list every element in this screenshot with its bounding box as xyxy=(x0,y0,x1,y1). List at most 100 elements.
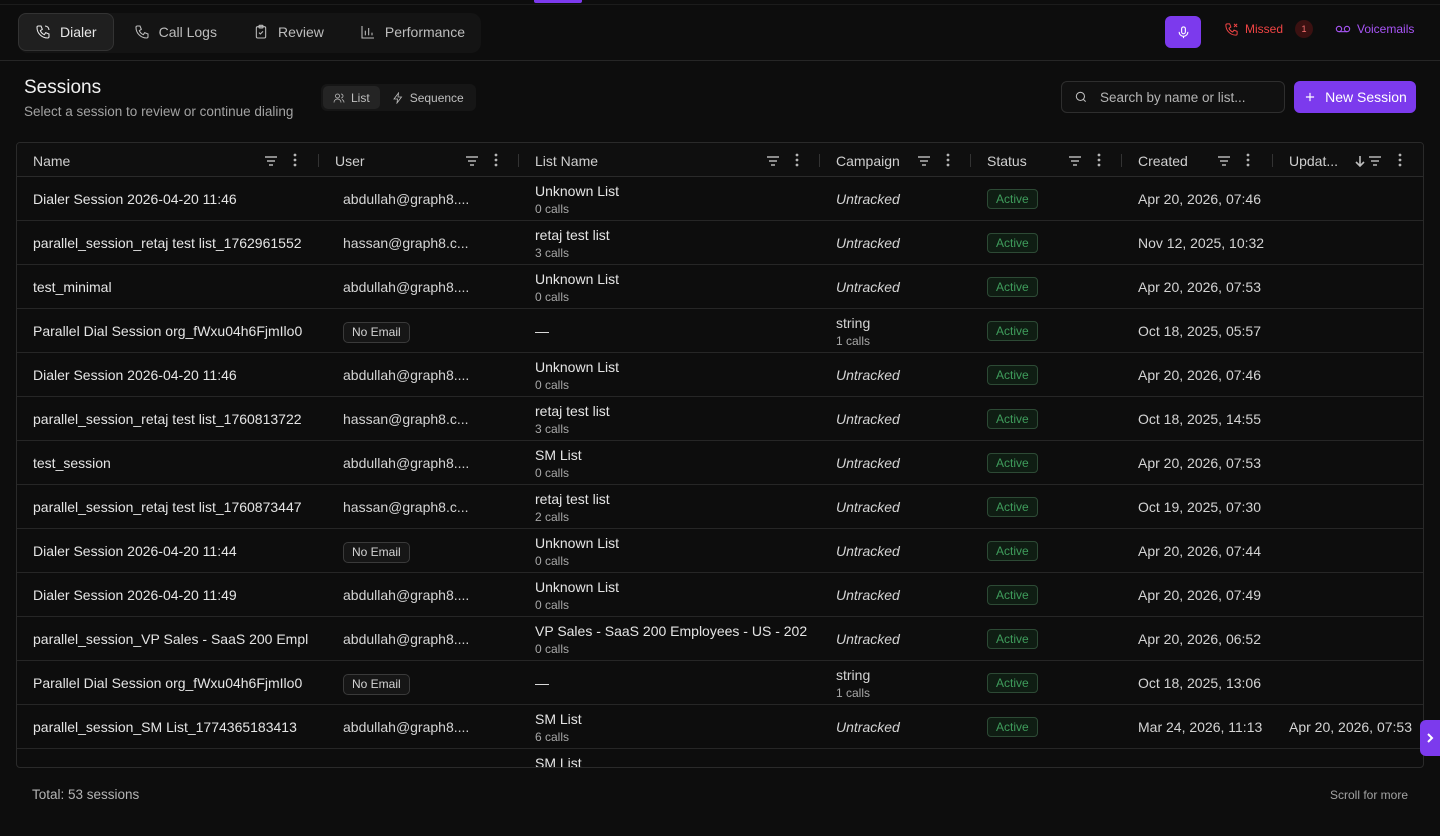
created-date: Apr 20, 2026, 07:44 xyxy=(1138,543,1261,559)
status-badge: Active xyxy=(987,321,1038,341)
column-menu-icon[interactable] xyxy=(494,153,498,167)
table-row[interactable]: Dialer Session 2026-04-20 11:46 abdullah@… xyxy=(17,353,1423,397)
voicemail-icon xyxy=(1335,25,1351,33)
user-email: abdullah@graph8.... xyxy=(343,455,470,471)
column-header-status[interactable]: Status xyxy=(971,143,1122,177)
created-date: Apr 20, 2026, 07:53 xyxy=(1138,279,1261,295)
session-user: abdullah@graph8.... xyxy=(343,353,513,397)
view-list-button[interactable]: List xyxy=(323,86,380,109)
voicemails-label: Voicemails xyxy=(1357,22,1415,36)
lightning-icon xyxy=(392,91,402,104)
list-name: retaj test list xyxy=(535,403,610,419)
session-user: No Email xyxy=(343,309,513,353)
user-email: hassan@graph8.c... xyxy=(343,499,469,515)
view-toggle: List Sequence xyxy=(321,84,476,111)
clipboard-check-icon xyxy=(255,24,267,39)
column-header-list-name[interactable]: List Name xyxy=(519,143,820,177)
search-input[interactable] xyxy=(1100,89,1270,105)
status-cell: Active xyxy=(987,177,1107,221)
column-header-name[interactable]: Name xyxy=(17,143,319,177)
column-menu-icon[interactable] xyxy=(795,153,799,167)
list-name: Unknown List xyxy=(535,579,620,595)
filter-icon[interactable] xyxy=(465,154,479,166)
expand-panel-button[interactable] xyxy=(1420,720,1440,756)
column-menu-icon[interactable] xyxy=(1398,153,1402,167)
table-row[interactable]: Dialer Session 2026-04-20 11:44 No Email U… xyxy=(17,529,1423,573)
column-label: Updat... xyxy=(1289,153,1339,169)
list-call-count: 0 calls xyxy=(535,290,570,304)
list-name: retaj test list xyxy=(535,491,610,507)
campaign-cell: string 1 calls xyxy=(836,309,971,353)
status-badge: Active xyxy=(987,673,1038,693)
voicemails-button[interactable]: Voicemails xyxy=(1335,22,1414,36)
missed-calls-button[interactable]: Missed 1 xyxy=(1224,20,1314,38)
scroll-hint: Scroll for more xyxy=(1330,788,1409,802)
no-email-badge: No Email xyxy=(343,542,410,563)
campaign-name: Untracked xyxy=(836,191,900,207)
table-row[interactable]: parallel_session_VP Sales - SaaS 200 Emp… xyxy=(17,617,1423,661)
created-date: Apr 20, 2026, 07:46 xyxy=(1138,191,1261,207)
campaign-cell: Untracked xyxy=(836,441,971,485)
user-email: abdullah@graph8.... xyxy=(343,631,470,647)
filter-icon[interactable] xyxy=(264,154,278,166)
user-email: abdullah@graph8.... xyxy=(343,279,470,295)
session-user: abdullah@graph8.... xyxy=(343,617,513,661)
sort-descending-icon[interactable] xyxy=(1354,154,1366,168)
column-header-user[interactable]: User xyxy=(319,143,519,177)
column-header-campaign[interactable]: Campaign xyxy=(820,143,971,177)
column-menu-icon[interactable] xyxy=(946,153,950,167)
session-name: parallel_session_retaj test list_1760813… xyxy=(33,411,302,427)
filter-icon[interactable] xyxy=(766,154,780,166)
column-header-updated[interactable]: Updat... xyxy=(1273,143,1423,177)
table-row[interactable]: Dialer Session 2026-04-20 11:49 abdullah@… xyxy=(17,573,1423,617)
list-name: SM List xyxy=(535,711,582,727)
table-row[interactable]: Parallel Dial Session org_fWxu04h6FjmIlo… xyxy=(17,661,1423,705)
table-row[interactable]: SM List xyxy=(17,749,1423,767)
session-name: parallel_session_retaj test list_1762961… xyxy=(33,235,302,251)
session-user: abdullah@graph8.... xyxy=(343,265,513,309)
microphone-button[interactable] xyxy=(1165,16,1201,48)
column-label: Created xyxy=(1138,153,1188,169)
list-name: — xyxy=(535,323,549,339)
status-badge: Active xyxy=(987,365,1038,385)
view-sequence-button[interactable]: Sequence xyxy=(382,86,474,109)
created-date: Oct 18, 2025, 05:57 xyxy=(1138,323,1261,339)
tab-review[interactable]: Review xyxy=(237,13,340,51)
list-name-cell: — xyxy=(535,661,823,705)
filter-icon[interactable] xyxy=(1217,154,1231,166)
table-row[interactable]: parallel_session_retaj test list_1760813… xyxy=(17,397,1423,441)
column-label: User xyxy=(335,153,365,169)
filter-icon[interactable] xyxy=(1368,154,1382,166)
table-row[interactable]: parallel_session_SM List_1774365183413 ab… xyxy=(17,705,1423,749)
session-name: parallel_session_VP Sales - SaaS 200 Emp… xyxy=(33,631,309,647)
list-name-cell: Unknown List 0 calls xyxy=(535,353,823,397)
session-name: test_minimal xyxy=(33,279,112,295)
session-user: abdullah@graph8.... xyxy=(343,705,513,749)
tab-label: Review xyxy=(277,24,324,40)
status-badge: Active xyxy=(987,277,1038,297)
search-box xyxy=(1061,81,1285,113)
table-row[interactable]: test_minimal abdullah@graph8.... Unknown L… xyxy=(17,265,1423,309)
table-row[interactable]: Dialer Session 2026-04-20 11:46 abdullah@… xyxy=(17,177,1423,221)
new-session-button[interactable]: New Session xyxy=(1294,81,1416,113)
column-menu-icon[interactable] xyxy=(293,153,297,167)
column-menu-icon[interactable] xyxy=(1097,153,1101,167)
filter-icon[interactable] xyxy=(1068,154,1082,166)
column-menu-icon[interactable] xyxy=(1246,153,1250,167)
session-user: abdullah@graph8.... xyxy=(343,177,513,221)
table-row[interactable]: parallel_session_retaj test list_1760873… xyxy=(17,485,1423,529)
status-cell: Active xyxy=(987,661,1107,705)
status-badge: Active xyxy=(987,629,1038,649)
chevron-right-icon xyxy=(1427,733,1434,743)
tab-performance[interactable]: Performance xyxy=(344,13,481,51)
status-badge: Active xyxy=(987,233,1038,253)
tab-call-logs[interactable]: Call Logs xyxy=(118,13,233,51)
status-cell: Active xyxy=(987,485,1107,529)
tab-dialer[interactable]: Dialer xyxy=(18,13,114,51)
table-row[interactable]: test_session abdullah@graph8.... SM List 0 … xyxy=(17,441,1423,485)
column-header-created[interactable]: Created xyxy=(1122,143,1273,177)
status-cell: Active xyxy=(987,221,1107,265)
table-row[interactable]: parallel_session_retaj test list_1762961… xyxy=(17,221,1423,265)
table-row[interactable]: Parallel Dial Session org_fWxu04h6FjmIlo… xyxy=(17,309,1423,353)
filter-icon[interactable] xyxy=(917,154,931,166)
